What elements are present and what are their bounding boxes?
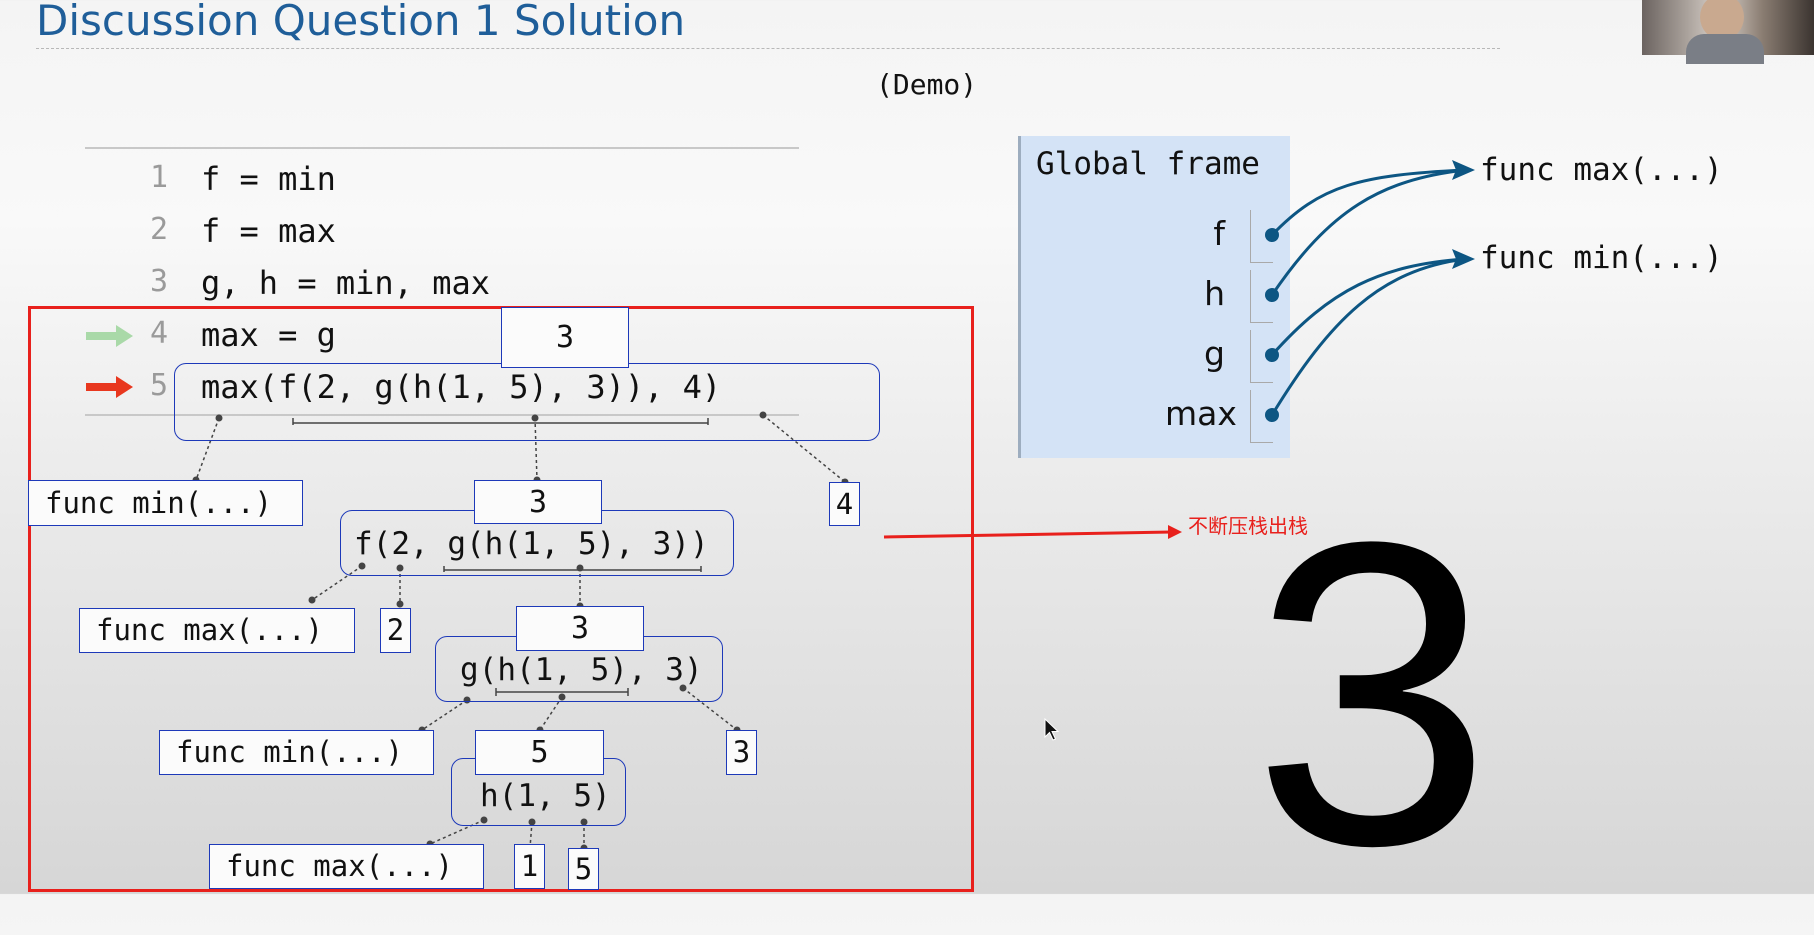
frame-pointer-arrows bbox=[1265, 160, 1475, 422]
mouse-cursor-icon bbox=[1044, 718, 1060, 741]
final-result-value: 3 bbox=[1252, 452, 1493, 935]
